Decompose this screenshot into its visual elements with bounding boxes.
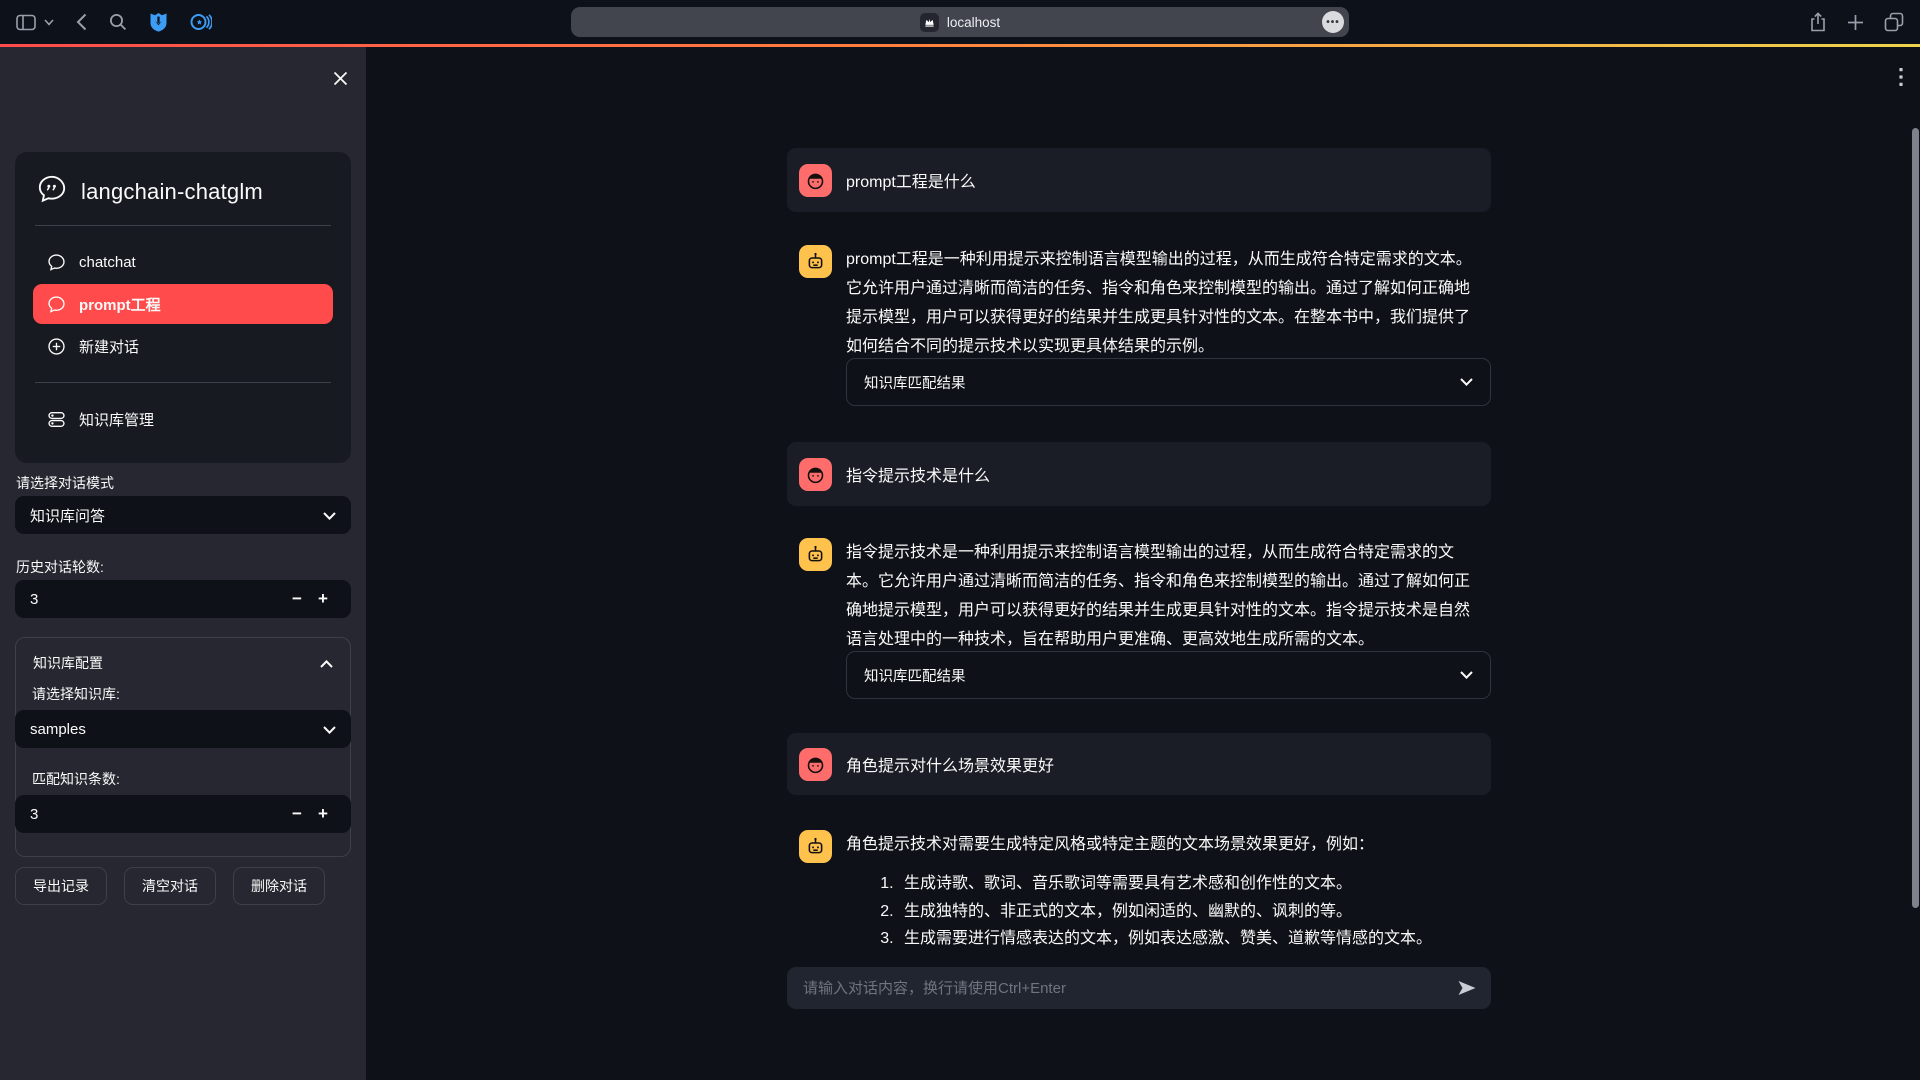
decrement-button[interactable]: −: [284, 804, 310, 824]
user-message: prompt工程是什么: [787, 148, 1491, 212]
toolbar-left-group: [16, 0, 212, 44]
extension-rings-icon[interactable]: [190, 13, 212, 31]
chat-main: prompt工程是什么 prompt工程是一种利用提示来控制语言模型输出的过程，…: [366, 47, 1920, 1080]
history-rounds-label: 历史对话轮数:: [16, 557, 104, 577]
message-text: 角色提示对什么场景效果更好: [846, 752, 1054, 776]
kb-match-expander[interactable]: 知识库匹配结果: [846, 651, 1491, 699]
assistant-avatar: [799, 245, 832, 278]
nav-item-label: prompt工程: [79, 294, 161, 315]
app-logo-icon: [37, 174, 67, 209]
kb-select[interactable]: samples: [15, 710, 351, 748]
toolbar-chevron-down-icon[interactable]: [44, 19, 54, 26]
app-card: langchain-chatglm chatchat prompt工程: [15, 152, 351, 463]
browser-toolbar: localhost •••: [0, 0, 1920, 44]
user-message: 指令提示技术是什么: [787, 442, 1491, 506]
message-text: prompt工程是什么: [846, 168, 976, 192]
match-count-label: 匹配知识条数:: [32, 769, 120, 789]
scrollbar[interactable]: [1912, 128, 1919, 908]
nav-item-label: chatchat: [79, 254, 136, 271]
kb-config-header[interactable]: 知识库配置: [32, 653, 334, 673]
increment-button[interactable]: +: [310, 589, 336, 609]
clear-dialog-button[interactable]: 清空对话: [124, 867, 216, 905]
decrement-button[interactable]: −: [284, 589, 310, 609]
assistant-avatar: [799, 830, 832, 863]
chat-input-field[interactable]: [801, 979, 1447, 998]
user-avatar: [799, 164, 832, 197]
sidebar: langchain-chatglm chatchat prompt工程: [0, 47, 366, 1080]
match-count-value: 3: [30, 806, 284, 823]
search-icon[interactable]: [109, 13, 127, 31]
list-item: 生成独特的、非正式的文本，例如闲适的、幽默的、讽刺的等。: [898, 898, 1491, 926]
increment-button[interactable]: +: [310, 804, 336, 824]
app-logo-row: langchain-chatglm: [33, 172, 333, 209]
tab-overview-icon[interactable]: [1884, 12, 1904, 32]
toolbar-right-group: [1809, 0, 1904, 44]
app-title: langchain-chatglm: [81, 179, 263, 205]
user-avatar: [799, 458, 832, 491]
message-text: prompt工程是一种利用提示来控制语言模型输出的过程，从而生成符合特定需求的文…: [846, 245, 1479, 361]
dialog-mode-label: 请选择对话模式: [16, 473, 114, 493]
kb-config-title: 知识库配置: [33, 653, 103, 673]
address-bar-more-icon[interactable]: •••: [1322, 11, 1344, 33]
chat-input[interactable]: [787, 967, 1491, 1009]
expander-label: 知识库匹配结果: [864, 372, 966, 393]
message-text: 指令提示技术是一种利用提示来控制语言模型输出的过程，从而生成符合特定需求的文本。…: [846, 538, 1479, 654]
share-icon[interactable]: [1809, 12, 1827, 32]
app-menu-icon[interactable]: [1899, 67, 1903, 87]
assistant-avatar: [799, 538, 832, 571]
url-text: localhost: [947, 15, 1000, 30]
assistant-message: 指令提示技术是一种利用提示来控制语言模型输出的过程，从而生成符合特定需求的文本。…: [787, 538, 1491, 654]
match-count-input[interactable]: 3 − +: [15, 795, 351, 833]
divider: [35, 225, 331, 226]
kb-select-value: samples: [30, 721, 86, 738]
plus-circle-icon: [47, 337, 66, 356]
user-avatar: [799, 748, 832, 781]
chat-bubble-icon: [47, 295, 66, 314]
chevron-down-icon: [323, 721, 336, 738]
new-tab-icon[interactable]: [1847, 14, 1864, 31]
chevron-down-icon: [1460, 667, 1473, 683]
sidebar-actions: 导出记录 清空对话 删除对话: [15, 867, 355, 905]
history-rounds-input[interactable]: 3 − +: [15, 580, 351, 618]
message-text: 指令提示技术是什么: [846, 462, 990, 486]
back-icon[interactable]: [76, 13, 87, 31]
nav-item-chatchat[interactable]: chatchat: [33, 242, 333, 282]
chevron-down-icon: [1460, 374, 1473, 390]
assistant-message: 角色提示技术对需要生成特定风格或特定主题的文本场景效果更好，例如： 生成诗歌、歌…: [787, 830, 1491, 953]
app-content: langchain-chatglm chatchat prompt工程: [0, 47, 1920, 1080]
expander-label: 知识库匹配结果: [864, 665, 966, 686]
divider: [35, 382, 331, 383]
kb-match-expander[interactable]: 知识库匹配结果: [846, 358, 1491, 406]
chevron-down-icon: [323, 507, 336, 524]
user-message: 角色提示对什么场景效果更好: [787, 733, 1491, 795]
nav-item-label: 新建对话: [79, 336, 139, 357]
site-favicon-icon: [920, 13, 939, 32]
nav-item-label: 知识库管理: [79, 409, 154, 430]
kb-select-label: 请选择知识库:: [32, 684, 120, 704]
nav-item-new-dialog[interactable]: 新建对话: [33, 326, 333, 366]
nav-item-prompt-project[interactable]: prompt工程: [33, 284, 333, 324]
dialog-mode-select[interactable]: 知识库问答: [15, 496, 351, 534]
dialog-mode-value: 知识库问答: [30, 505, 105, 526]
chat-bubble-icon: [47, 253, 66, 272]
chevron-up-icon: [320, 655, 333, 671]
export-records-button[interactable]: 导出记录: [15, 867, 107, 905]
message-text: 角色提示技术对需要生成特定风格或特定主题的文本场景效果更好，例如：: [846, 830, 1491, 859]
browser-window: localhost •••: [0, 0, 1920, 1080]
nav-item-kb-management[interactable]: 知识库管理: [33, 399, 333, 439]
address-bar[interactable]: localhost •••: [571, 7, 1349, 37]
sidebar-close-icon[interactable]: [333, 71, 348, 86]
send-icon[interactable]: [1457, 979, 1477, 997]
assistant-message: prompt工程是一种利用提示来控制语言模型输出的过程，从而生成符合特定需求的文…: [787, 245, 1491, 361]
list-item: 生成诗歌、歌词、音乐歌词等需要具有艺术感和创作性的文本。: [898, 870, 1491, 898]
database-icon: [47, 410, 66, 429]
delete-dialog-button[interactable]: 删除对话: [233, 867, 325, 905]
message-list: 生成诗歌、歌词、音乐歌词等需要具有艺术感和创作性的文本。 生成独特的、非正式的文…: [846, 870, 1491, 953]
history-rounds-value: 3: [30, 591, 284, 608]
sidebar-toggle-icon[interactable]: [16, 14, 36, 31]
extension-shield-icon[interactable]: [149, 12, 168, 32]
chat-column: prompt工程是什么 prompt工程是一种利用提示来控制语言模型输出的过程，…: [787, 47, 1491, 1080]
list-item: 生成需要进行情感表达的文本，例如表达感激、赞美、道歉等情感的文本。: [898, 925, 1491, 953]
